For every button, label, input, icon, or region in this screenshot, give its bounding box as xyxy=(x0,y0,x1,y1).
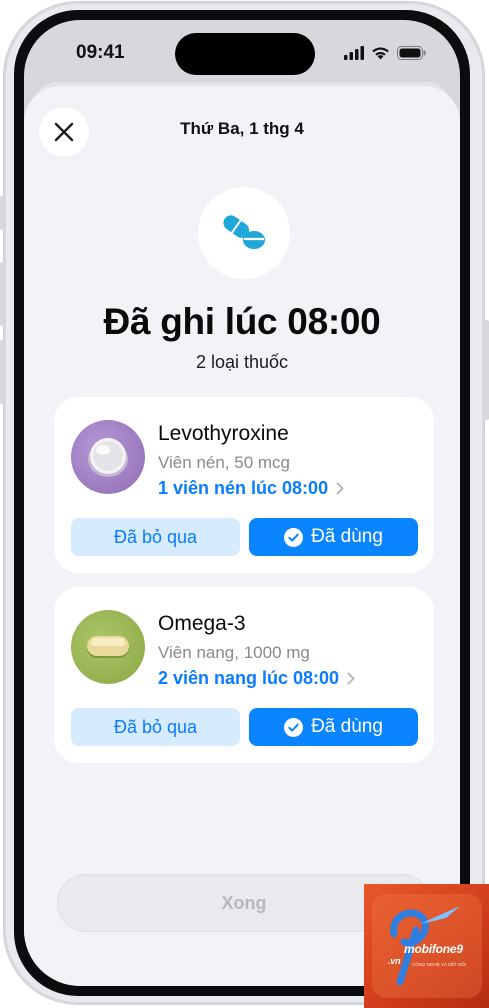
medication-name: Levothyroxine xyxy=(158,422,289,445)
battery-icon xyxy=(397,46,426,60)
cellular-signal-icon xyxy=(344,46,364,60)
medication-dose-text: 2 viên nang lúc 08:00 xyxy=(158,668,340,688)
wifi-icon xyxy=(372,47,389,60)
medication-dose-text: 1 viên nén lúc 08:00 xyxy=(158,478,329,498)
status-bar: 09:41 xyxy=(24,20,460,84)
chevron-right-icon xyxy=(347,672,355,685)
capsule-icon xyxy=(87,636,129,658)
medication-dose-link[interactable]: 1 viên nén lúc 08:00 xyxy=(158,478,344,499)
taken-button[interactable]: Đã dùng xyxy=(249,708,418,746)
status-time: 09:41 xyxy=(76,42,125,63)
chevron-right-icon xyxy=(336,482,344,495)
medication-count: 2 loại thuốc xyxy=(195,352,289,372)
medication-card: Omega-3 Viên nang, 1000 mg 2 viên nang l… xyxy=(54,587,434,763)
date-title: Thứ Ba, 1 thg 4 xyxy=(180,119,304,138)
medication-dose-link[interactable]: 2 viên nang lúc 08:00 xyxy=(158,668,355,689)
checkmark-circle-icon xyxy=(284,717,304,737)
taken-button[interactable]: Đã dùng xyxy=(249,518,418,556)
skipped-button-label: Đã bỏ qua xyxy=(113,716,198,737)
medication-name: Omega-3 xyxy=(158,612,246,635)
taken-button-label: Đã dùng xyxy=(311,526,383,547)
watermark-domain: .vn xyxy=(388,956,401,966)
skipped-button[interactable]: Đã bỏ qua xyxy=(71,708,240,746)
phone-power-button xyxy=(484,320,489,420)
capsule-pill-image xyxy=(71,610,145,684)
medication-form: Viên nén, 50 mcg xyxy=(158,453,290,472)
watermark-tagline: CÔNG NGHỆ VÀ KẾT NỐI xyxy=(412,962,467,967)
watermark-brand: mobifone9 xyxy=(404,942,463,956)
medication-form: Viên nang, 1000 mg xyxy=(158,643,310,662)
phone-screen: 09:41 Thứ Ba, 1 thg 4 Đã ghi lúc 08:00 2… xyxy=(24,20,460,986)
mobifone9-watermark: mobifone9 .vn CÔNG NGHỆ VÀ KẾT NỐI xyxy=(364,884,489,1008)
done-button-label: Xong xyxy=(221,892,267,913)
dynamic-island xyxy=(175,33,315,75)
phone-side-button xyxy=(0,196,5,230)
tablet-pill-image xyxy=(71,420,145,494)
skipped-button-label: Đã bỏ qua xyxy=(113,526,198,547)
pills-badge xyxy=(198,187,290,279)
medication-card: Levothyroxine Viên nén, 50 mcg 1 viên né… xyxy=(54,397,434,573)
phone-volume-up-button xyxy=(0,262,5,326)
white-tablet-icon xyxy=(88,438,128,477)
medication-log-sheet: Thứ Ba, 1 thg 4 Đã ghi lúc 08:00 2 loại … xyxy=(24,86,460,986)
logged-headline: Đã ghi lúc 08:00 xyxy=(103,301,381,342)
phone-volume-down-button xyxy=(0,340,5,404)
checkmark-circle-icon xyxy=(284,527,304,547)
status-icons xyxy=(344,45,426,61)
taken-button-label: Đã dùng xyxy=(311,716,383,737)
pills-icon xyxy=(223,215,265,249)
skipped-button[interactable]: Đã bỏ qua xyxy=(71,518,240,556)
